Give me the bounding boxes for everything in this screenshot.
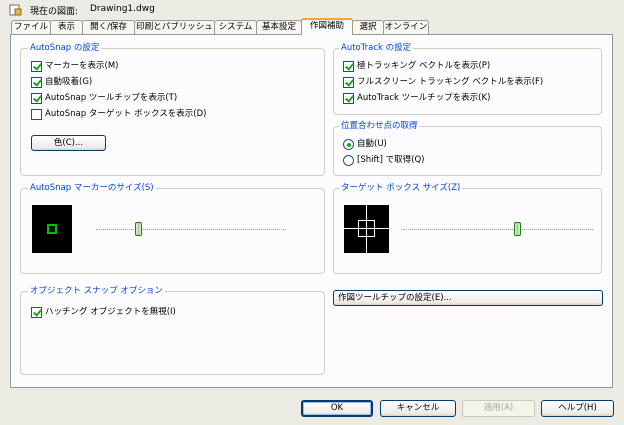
tab-selection[interactable]: 選択: [352, 20, 384, 34]
show-marker-label: マーカーを表示(M): [45, 61, 119, 71]
drawing-file-icon: [9, 4, 22, 16]
autotrack-tooltip-checkbox[interactable]: [343, 93, 354, 104]
tooltip-settings-button[interactable]: 作図ツールチップの設定(E)...: [333, 290, 603, 306]
cancel-button[interactable]: キャンセル: [380, 400, 456, 417]
autosnap-tooltip-label: AutoSnap ツールチップを表示(T): [45, 93, 178, 103]
fullscreen-tracking-label: フルスクリーン トラッキング ベクトルを表示(F): [357, 77, 544, 87]
shift-acquire-label: [Shift] で取得(Q): [357, 155, 425, 165]
current-drawing-label: 現在の図面:: [30, 7, 79, 17]
aperture-box-label: AutoSnap ターゲット ボックスを表示(D): [45, 109, 207, 119]
alignment-acquisition-title: 位置合わせ点の取得: [339, 121, 420, 132]
auto-acquire-label: 自動(U): [357, 139, 387, 149]
ignore-hatch-checkbox[interactable]: [31, 307, 42, 318]
polar-tracking-label: 極トラッキング ベクトルを表示(P): [357, 61, 491, 71]
auto-acquire-radio[interactable]: [343, 139, 354, 150]
marker-size-slider-track[interactable]: [96, 229, 286, 230]
marker-size-slider-thumb[interactable]: [134, 222, 142, 236]
autotrack-tooltip-label: AutoTrack ツールチップを表示(K): [357, 93, 491, 103]
target-box-icon: [358, 220, 375, 237]
shift-acquire-radio[interactable]: [343, 155, 354, 166]
tab-online[interactable]: オンライン: [383, 20, 429, 34]
alignment-acquisition-group: [333, 126, 602, 176]
tab-open-save[interactable]: 開く/保存: [82, 20, 135, 34]
ok-button[interactable]: OK: [301, 400, 373, 417]
target-box-preview: [344, 205, 389, 253]
autosnap-settings-title: AutoSnap の設定: [28, 43, 102, 54]
show-marker-checkbox[interactable]: [31, 61, 42, 72]
magnet-checkbox[interactable]: [31, 77, 42, 88]
target-box-slider-thumb[interactable]: [514, 222, 521, 236]
tab-plot-publish[interactable]: 印刷とパブリッシュ: [134, 20, 215, 34]
title-bar: 現在の図面: Drawing1.dwg: [0, 0, 624, 20]
object-snap-options-group: [20, 291, 325, 375]
apply-button[interactable]: 適用(A): [462, 400, 535, 417]
color-button[interactable]: 色(C)...: [31, 135, 106, 151]
tab-file[interactable]: ファイル: [11, 20, 51, 34]
tab-system[interactable]: システム: [214, 20, 257, 34]
tab-drafting[interactable]: 作図補助: [301, 18, 353, 35]
target-box-size-title: ターゲット ボックス サイズ(Z): [339, 183, 463, 194]
tab-user-preferences[interactable]: 基本設定: [256, 20, 302, 34]
marker-size-title: AutoSnap マーカーのサイズ(S): [28, 183, 156, 194]
tab-display[interactable]: 表示: [50, 20, 83, 34]
object-snap-options-title: オブジェクト スナップ オプション: [28, 286, 165, 297]
polar-tracking-checkbox[interactable]: [343, 61, 354, 72]
target-box-slider-track[interactable]: [403, 229, 593, 230]
autotrack-settings-title: AutoTrack の設定: [339, 43, 414, 54]
marker-preview: [32, 205, 72, 253]
drafting-tab-panel: AutoSnap の設定 マーカーを表示(M) 自動吸着(G) AutoSnap…: [10, 34, 613, 388]
fullscreen-tracking-checkbox[interactable]: [343, 77, 354, 88]
autosnap-tooltip-checkbox[interactable]: [31, 93, 42, 104]
snap-marker-icon: [47, 224, 57, 234]
help-button[interactable]: ヘルプ(H): [541, 400, 614, 417]
aperture-box-checkbox[interactable]: [31, 109, 42, 120]
drawing-file-name: Drawing1.dwg: [90, 4, 155, 14]
ignore-hatch-label: ハッチング オブジェクトを無視(I): [45, 307, 176, 317]
magnet-label: 自動吸着(G): [45, 77, 93, 87]
